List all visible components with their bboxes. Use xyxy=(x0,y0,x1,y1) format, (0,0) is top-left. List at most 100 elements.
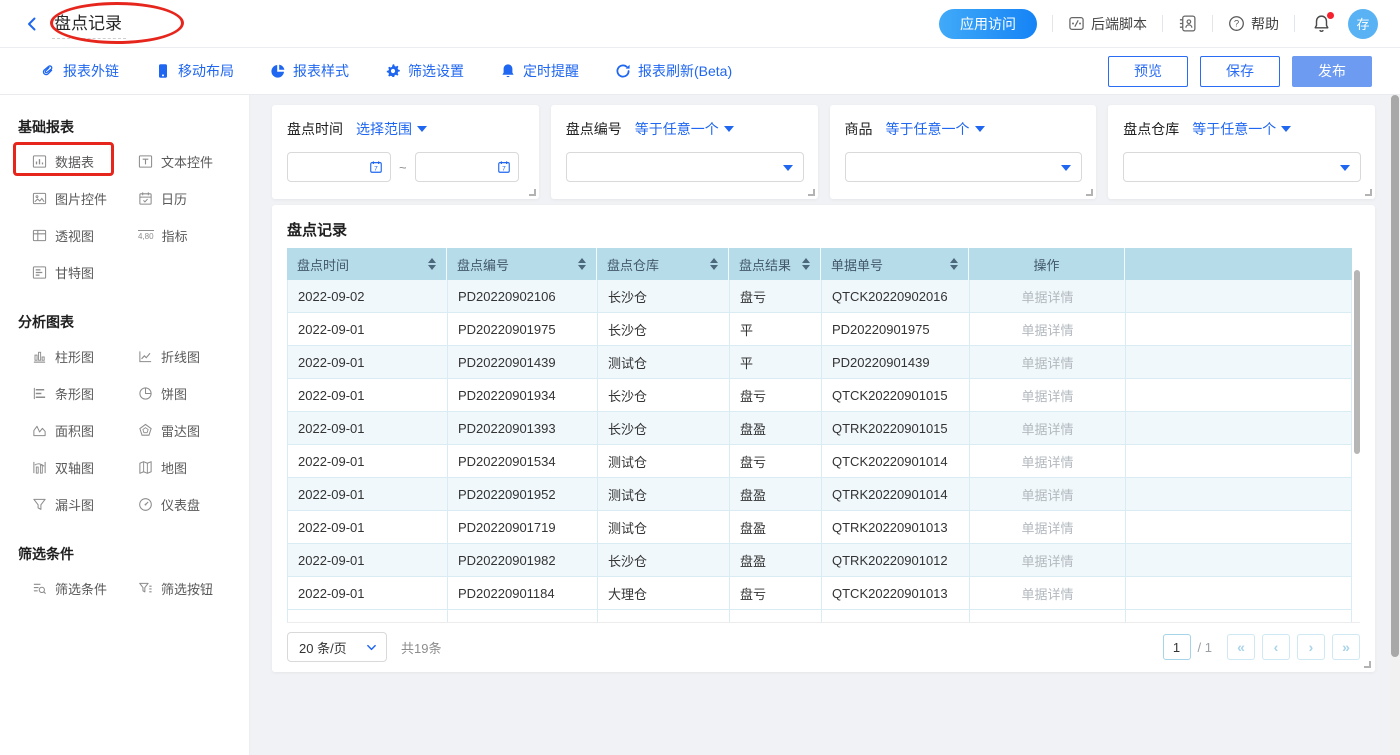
row-detail-link[interactable]: 单据详情 xyxy=(970,511,1126,543)
table-row[interactable]: 2022-09-01 PD20220901439 测试仓 平 PD2022090… xyxy=(287,346,1352,379)
notifications-button[interactable] xyxy=(1310,12,1333,35)
sidebar-item-radar-chart[interactable]: 雷达图 xyxy=(138,421,200,440)
resize-handle[interactable] xyxy=(1365,189,1372,196)
sidebar-item-dual-axis-chart[interactable]: 双轴图 xyxy=(32,458,94,477)
filter-select[interactable] xyxy=(845,152,1083,182)
resize-handle[interactable] xyxy=(1086,189,1093,196)
filter-widget-product[interactable]: 商品 等于任意一个 xyxy=(830,105,1097,199)
page-number-input[interactable]: 1 xyxy=(1163,634,1191,660)
page-size-select[interactable]: 20 条/页 xyxy=(287,632,387,662)
filter-select[interactable] xyxy=(566,152,804,182)
page-scrollbar[interactable] xyxy=(1390,95,1400,755)
row-detail-link[interactable]: 单据详情 xyxy=(970,445,1126,477)
avatar[interactable]: 存 xyxy=(1348,9,1378,39)
sidebar-item-image-widget[interactable]: 图片控件 xyxy=(32,189,107,208)
filter-operator-dropdown[interactable]: 等于任意一个 xyxy=(1192,119,1291,139)
sidebar-item-column-chart[interactable]: 柱形图 xyxy=(32,347,94,366)
save-button[interactable]: 保存 xyxy=(1200,56,1280,87)
backend-script-button[interactable]: 后端脚本 xyxy=(1068,14,1147,34)
sidebar-item-data-table[interactable]: 数据表 xyxy=(32,152,94,171)
filter-widget-warehouse[interactable]: 盘点仓库 等于任意一个 xyxy=(1108,105,1375,199)
sidebar-item-bar-chart[interactable]: 条形图 xyxy=(32,384,94,403)
sidebar-item-text-widget[interactable]: 文本控件 xyxy=(138,152,213,171)
sidebar-item-gauge[interactable]: 仪表盘 xyxy=(138,495,200,514)
row-detail-link[interactable]: 单据详情 xyxy=(970,280,1126,312)
toolbar-item-report-refresh[interactable]: 报表刷新(Beta) xyxy=(615,61,732,81)
column-header-time[interactable]: 盘点时间 xyxy=(287,248,447,280)
sort-icon[interactable] xyxy=(572,258,586,270)
column-header-warehouse[interactable]: 盘点仓库 xyxy=(597,248,729,280)
table-row[interactable]: 2022-09-02 PD20220902106 长沙仓 盘亏 QTCK2022… xyxy=(287,280,1352,313)
table-row[interactable]: 2022-09-01 PD20220901393 长沙仓 盘盈 QTRK2022… xyxy=(287,412,1352,445)
sidebar-item-line-chart[interactable]: 折线图 xyxy=(138,347,200,366)
row-detail-link[interactable]: 单据详情 xyxy=(970,412,1126,444)
cell-time: 2022-09-01 xyxy=(288,577,448,609)
table-row[interactable]: 2022-09-01 PD20220901719 测试仓 盘盈 QTRK2022… xyxy=(287,511,1352,544)
row-detail-link[interactable]: 单据详情 xyxy=(970,313,1126,345)
table-row[interactable]: 2022-09-01 PD20220901534 测试仓 盘亏 QTCK2022… xyxy=(287,445,1352,478)
column-header-doc[interactable]: 单据单号 xyxy=(821,248,969,280)
sidebar-item-pie-chart[interactable]: 饼图 xyxy=(138,384,187,403)
resize-handle[interactable] xyxy=(1364,661,1371,668)
resize-handle[interactable] xyxy=(529,189,536,196)
prev-page-button[interactable]: ‹ xyxy=(1262,634,1290,660)
data-table-widget[interactable]: 盘点记录 盘点时间 盘点编号 盘点仓库 盘点结果 xyxy=(272,205,1375,672)
date-end-input[interactable]: 7 xyxy=(415,152,519,182)
help-button[interactable]: ? 帮助 xyxy=(1228,14,1279,34)
table-row[interactable]: 2022-09-01 PD20220901975 长沙仓 平 PD2022090… xyxy=(287,313,1352,346)
contacts-button[interactable] xyxy=(1178,14,1197,33)
row-detail-link[interactable]: 单据详情 xyxy=(970,577,1126,609)
page-scrollbar-thumb[interactable] xyxy=(1391,95,1399,657)
filter-operator-dropdown[interactable]: 等于任意一个 xyxy=(886,119,985,139)
sort-icon[interactable] xyxy=(704,258,718,270)
row-detail-link[interactable]: 单据详情 xyxy=(970,478,1126,510)
table-body: 2022-09-02 PD20220902106 长沙仓 盘亏 QTCK2022… xyxy=(287,280,1352,610)
toolbar-item-filter-settings[interactable]: 筛选设置 xyxy=(385,61,464,81)
date-start-input[interactable]: 7 xyxy=(287,152,391,182)
publish-button[interactable]: 发布 xyxy=(1292,56,1372,87)
cell-code: PD20220902106 xyxy=(448,280,598,312)
next-page-button[interactable]: › xyxy=(1297,634,1325,660)
cell-result: 盘盈 xyxy=(730,478,822,510)
first-page-button[interactable]: « xyxy=(1227,634,1255,660)
sidebar-item-filter-button[interactable]: 筛选按钮 xyxy=(138,579,213,598)
resize-handle[interactable] xyxy=(808,189,815,196)
back-icon[interactable] xyxy=(24,16,40,32)
cell-code: PD20220901975 xyxy=(448,313,598,345)
column-header-result[interactable]: 盘点结果 xyxy=(729,248,821,280)
last-page-button[interactable]: » xyxy=(1332,634,1360,660)
filter-operator-dropdown[interactable]: 选择范围 xyxy=(356,119,427,139)
row-detail-link[interactable]: 单据详情 xyxy=(970,544,1126,576)
toolbar-item-external-link[interactable]: 报表外链 xyxy=(40,61,119,81)
sidebar-item-gantt[interactable]: 甘特图 xyxy=(32,263,94,282)
row-detail-link[interactable]: 单据详情 xyxy=(970,346,1126,378)
sidebar-item-calendar[interactable]: 日历 xyxy=(138,189,187,208)
sort-icon[interactable] xyxy=(944,258,958,270)
table-row[interactable]: 2022-09-01 PD20220901952 测试仓 盘盈 QTRK2022… xyxy=(287,478,1352,511)
table-row[interactable]: 2022-09-01 PD20220901982 长沙仓 盘盈 QTRK2022… xyxy=(287,544,1352,577)
app-access-button[interactable]: 应用访问 xyxy=(939,9,1037,39)
filter-select[interactable] xyxy=(1123,152,1361,182)
toolbar-item-scheduled-reminder[interactable]: 定时提醒 xyxy=(500,61,579,81)
sidebar-item-map[interactable]: 地图 xyxy=(138,458,187,477)
preview-button[interactable]: 预览 xyxy=(1108,56,1188,87)
row-detail-link[interactable]: 单据详情 xyxy=(970,379,1126,411)
sidebar-item-filter-condition[interactable]: 筛选条件 xyxy=(32,579,107,598)
sidebar-item-pivot[interactable]: 透视图 xyxy=(32,226,94,245)
sidebar-item-area-chart[interactable]: 面积图 xyxy=(32,421,94,440)
toolbar-item-report-style[interactable]: 报表样式 xyxy=(270,61,349,81)
sort-icon[interactable] xyxy=(796,258,810,270)
sidebar-item-funnel-chart[interactable]: 漏斗图 xyxy=(32,495,94,514)
table-row[interactable]: 2022-09-01 PD20220901184 大理仓 盘亏 QTCK2022… xyxy=(287,577,1352,610)
toolbar-item-mobile-layout[interactable]: 移动布局 xyxy=(155,61,234,81)
filter-widget-time[interactable]: 盘点时间 选择范围 7 ~ 7 xyxy=(272,105,539,199)
table-scrollbar-thumb[interactable] xyxy=(1354,270,1360,454)
filter-widget-code[interactable]: 盘点编号 等于任意一个 xyxy=(551,105,818,199)
sidebar-item-metric[interactable]: 4,80 指标 xyxy=(138,226,188,245)
page-title[interactable]: 盘点记录 xyxy=(52,8,126,39)
column-label: 盘点时间 xyxy=(297,255,349,274)
column-header-code[interactable]: 盘点编号 xyxy=(447,248,597,280)
table-row[interactable]: 2022-09-01 PD20220901934 长沙仓 盘亏 QTCK2022… xyxy=(287,379,1352,412)
filter-operator-dropdown[interactable]: 等于任意一个 xyxy=(635,119,734,139)
sort-icon[interactable] xyxy=(422,258,436,270)
